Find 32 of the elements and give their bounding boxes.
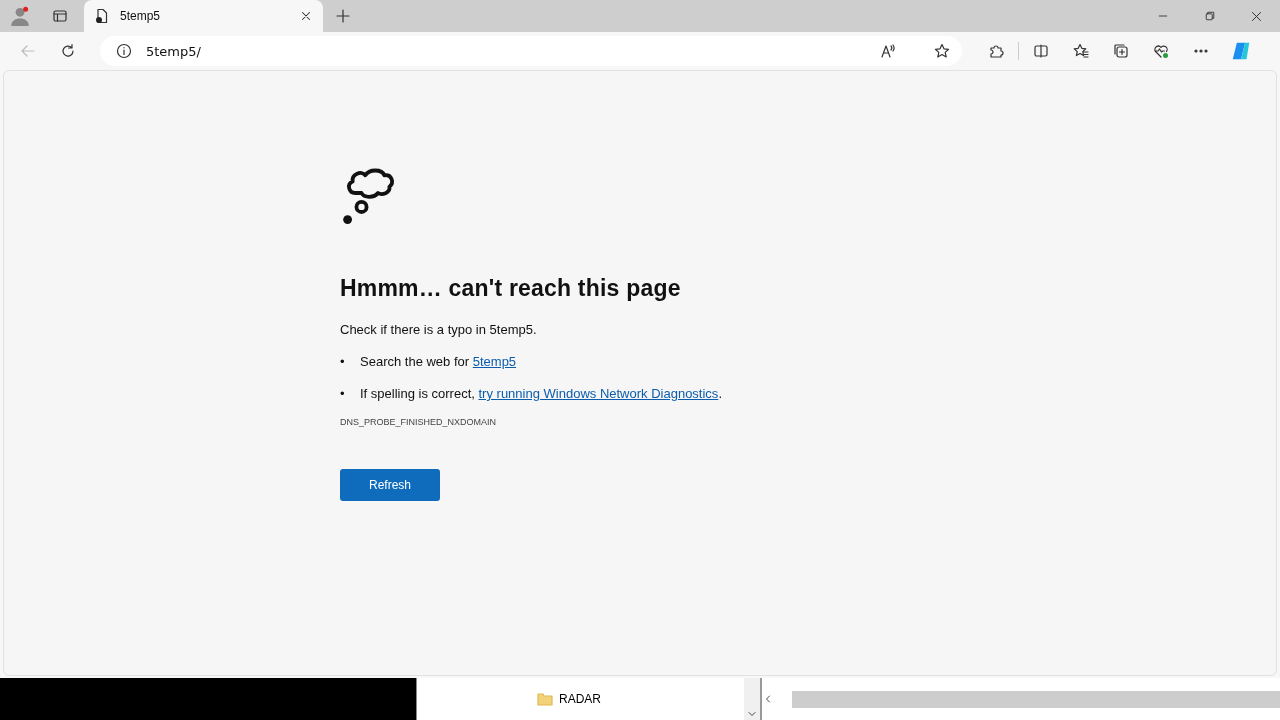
info-icon (116, 43, 132, 59)
star-icon (934, 43, 950, 59)
bullet: • (340, 353, 346, 371)
broken-page-icon (94, 8, 110, 24)
browser-tab[interactable]: 5temp5 (84, 0, 323, 32)
copilot-icon (1230, 40, 1252, 62)
tree-item[interactable]: RADAR (559, 692, 601, 706)
back-arrow-icon (20, 43, 36, 59)
address-bar[interactable]: 5temp5/ (100, 36, 962, 66)
collections-icon (1113, 43, 1129, 59)
plus-icon (335, 8, 351, 24)
split-screen-icon (1033, 43, 1049, 59)
window-icon (52, 8, 68, 24)
restore-icon (1203, 10, 1216, 22)
read-aloud-icon (880, 43, 896, 59)
reload-icon (60, 43, 76, 59)
scrollbar-thumb[interactable] (792, 690, 1280, 708)
suggestion-link[interactable]: 5temp5 (472, 354, 517, 369)
folder-icon (537, 691, 553, 707)
heart-check-icon (1153, 43, 1169, 59)
error-message: Check if there is a typo in 5temp5. (340, 322, 538, 337)
refresh-button[interactable]: Refresh (340, 469, 440, 501)
close-icon (299, 9, 313, 23)
bullet: • (340, 385, 346, 403)
favorites-icon (1073, 43, 1089, 59)
error-heading: Hmmm… can't reach this page (340, 275, 682, 302)
puzzle-icon (988, 43, 1004, 59)
close-icon (1250, 9, 1263, 23)
suggestion-text: If spelling is correct, try running Windows Network Diagnostics. (360, 385, 722, 403)
suggestion-text: Search the web for 5temp5 (360, 353, 517, 371)
error-code: DNS_PROBE_FINISHED_NXDOMAIN (340, 417, 498, 427)
profile-icon (10, 6, 30, 26)
